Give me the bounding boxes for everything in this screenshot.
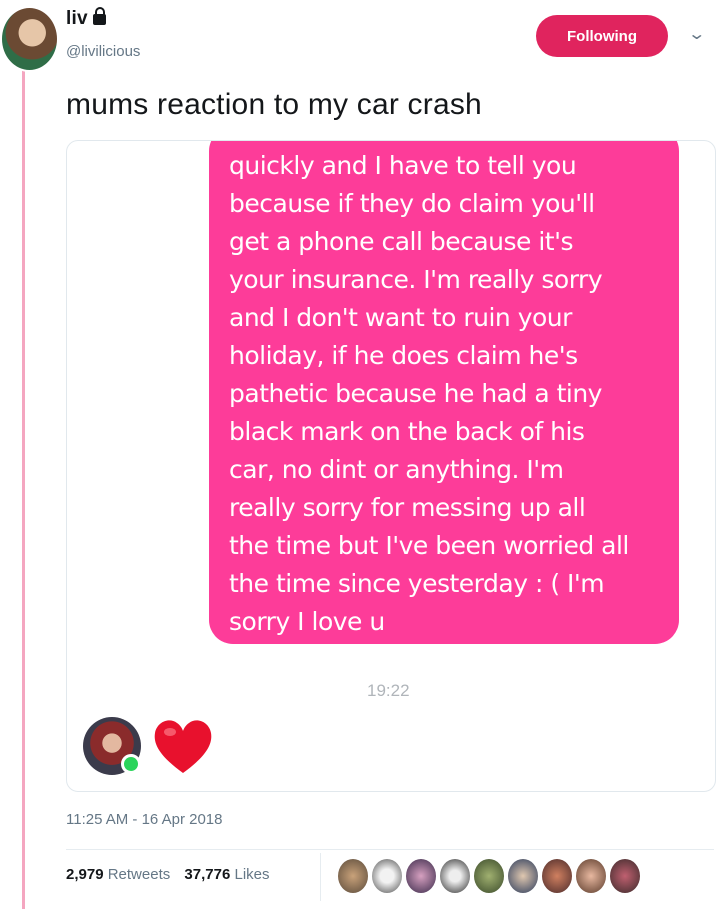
liker-avatar[interactable] xyxy=(576,859,606,893)
message-bubble: quickly and I have to tell you because i… xyxy=(209,141,679,644)
message-line: the time since yesterday : ( I'm xyxy=(229,569,605,598)
retweets-label: Retweets xyxy=(107,866,171,883)
message-line: and I don't want to ruin your xyxy=(229,303,572,332)
liker-avatars xyxy=(338,859,640,893)
message-line: really sorry for messing up all xyxy=(229,493,586,522)
liker-avatar[interactable] xyxy=(338,859,368,893)
liker-avatar[interactable] xyxy=(440,859,470,893)
author-handle[interactable]: @livilicious xyxy=(66,43,140,60)
chevron-down-icon[interactable]: ⌄ xyxy=(687,24,706,44)
liker-avatar[interactable] xyxy=(406,859,436,893)
liker-avatar[interactable] xyxy=(542,859,572,893)
message-time: 19:22 xyxy=(367,681,410,700)
following-button[interactable]: Following xyxy=(536,15,668,57)
thread-line xyxy=(22,70,25,909)
liker-avatar[interactable] xyxy=(474,859,504,893)
message-line: pathetic because he had a tiny xyxy=(229,379,602,408)
author-name[interactable]: liv xyxy=(66,8,88,29)
likes-count: 37,776 xyxy=(184,866,231,883)
message-line: sorry I love u xyxy=(229,607,385,636)
message-line: holiday, if he does claim he's xyxy=(229,341,578,370)
tweet-media-screenshot[interactable]: quickly and I have to tell you because i… xyxy=(66,140,716,792)
message-line: get a phone call because it's xyxy=(229,227,574,256)
liker-avatar[interactable] xyxy=(372,859,402,893)
divider xyxy=(66,849,714,850)
retweets-stat[interactable]: 2,979 Retweets xyxy=(66,866,170,883)
message-line: black mark on the back of his xyxy=(229,417,585,446)
heart-icon xyxy=(154,720,212,773)
tweet-stats: 2,979 Retweets 37,776 Likes xyxy=(66,866,280,883)
tweet-timestamp[interactable]: 11:25 AM - 16 Apr 2018 xyxy=(66,811,223,828)
author-avatar[interactable] xyxy=(0,6,59,72)
tweet-text: mums reaction to my car crash xyxy=(66,88,482,121)
message-line: the time but I've been worried all xyxy=(229,531,629,560)
message-line: quickly and I have to tell you xyxy=(229,151,577,180)
liker-avatar[interactable] xyxy=(508,859,538,893)
lock-icon xyxy=(92,7,106,25)
likes-label: Likes xyxy=(234,866,270,883)
message-line: because if they do claim you'll xyxy=(229,189,595,218)
retweets-count: 2,979 xyxy=(66,866,104,883)
stats-separator xyxy=(320,853,321,901)
message-line: car, no dint or anything. I'm xyxy=(229,455,564,484)
liker-avatar[interactable] xyxy=(610,859,640,893)
likes-stat[interactable]: 37,776 Likes xyxy=(184,866,269,883)
online-status-dot xyxy=(121,754,141,774)
message-line: your insurance. I'm really sorry xyxy=(229,265,603,294)
author-name-row[interactable]: liv xyxy=(66,7,106,30)
